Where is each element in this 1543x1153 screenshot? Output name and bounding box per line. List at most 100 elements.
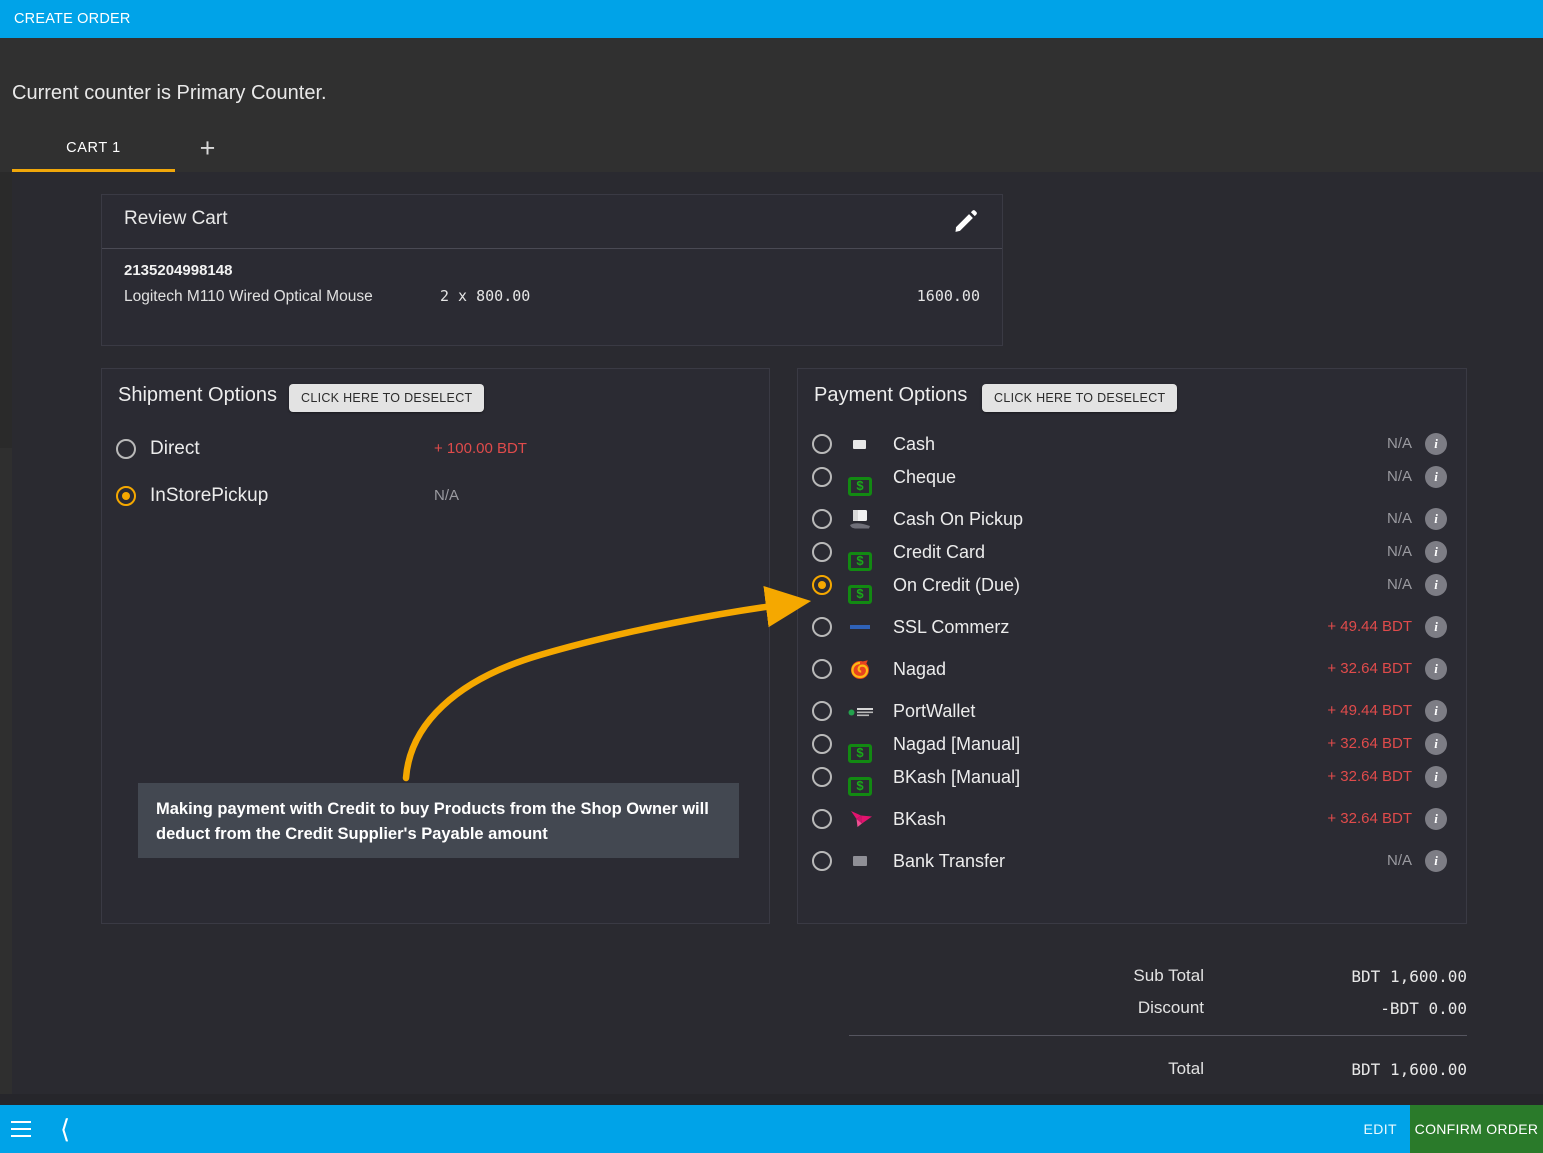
shipment-option-row[interactable]: InStorePickup N/A	[102, 472, 769, 519]
info-icon[interactable]: i	[1425, 433, 1447, 455]
money-dollar-icon	[848, 477, 872, 496]
review-cart-header: Review Cart	[102, 195, 1002, 249]
payment-option-row[interactable]: Bank Transfer N/A i	[798, 840, 1466, 882]
item-name: Logitech M110 Wired Optical Mouse	[124, 288, 373, 305]
payment-option-row[interactable]: Nagad + 32.64 BDT i	[798, 648, 1466, 690]
payment-option-row[interactable]: BKash + 32.64 BDT i	[798, 798, 1466, 840]
portwallet-logo-icon	[848, 705, 874, 717]
info-icon[interactable]: i	[1425, 700, 1447, 722]
payment-option-row[interactable]: BKash [Manual] + 32.64 BDT i	[798, 756, 1466, 798]
info-icon[interactable]: i	[1425, 766, 1447, 788]
info-icon[interactable]: i	[1425, 541, 1447, 563]
cart-line-item: 2135204998148 Logitech M110 Wired Optica…	[102, 249, 1002, 305]
bank-card-icon	[853, 856, 867, 866]
radio-unselected-icon[interactable]	[812, 734, 832, 754]
payment-option-label: Nagad	[893, 659, 947, 679]
radio-unselected-icon[interactable]	[812, 467, 832, 487]
payment-deselect-button[interactable]: CLICK HERE TO DESELECT	[982, 384, 1178, 412]
info-icon[interactable]: i	[1425, 850, 1447, 872]
info-icon[interactable]: i	[1425, 616, 1447, 638]
shipment-option-price: + 100.00 BDT	[434, 439, 527, 457]
payment-option-price: N/A	[1386, 852, 1412, 869]
radio-unselected-icon[interactable]	[812, 617, 832, 637]
app-root: CREATE ORDER Current counter is Primary …	[0, 0, 1543, 1153]
cash-bill-icon	[853, 440, 866, 449]
item-sku: 2135204998148	[124, 262, 233, 279]
payment-option-label: BKash [Manual]	[893, 767, 1021, 787]
info-icon[interactable]: i	[1425, 466, 1447, 488]
info-icon[interactable]: i	[1425, 658, 1447, 680]
radio-unselected-icon[interactable]	[812, 542, 832, 562]
confirm-order-button[interactable]: CONFIRM ORDER	[1410, 1105, 1543, 1153]
payment-option-row[interactable]: On Credit (Due) N/A i	[798, 564, 1466, 606]
edit-button[interactable]: EDIT	[1364, 1121, 1398, 1137]
tab-cart-1[interactable]: CART 1	[12, 128, 175, 172]
radio-unselected-icon[interactable]	[812, 701, 832, 721]
shipment-options-header: Shipment Options CLICK HERE TO DESELECT	[102, 369, 769, 425]
shipment-option-label: Direct	[150, 437, 200, 459]
info-icon[interactable]: i	[1425, 808, 1447, 830]
radio-unselected-icon[interactable]	[812, 659, 832, 679]
current-counter-text: Current counter is Primary Counter.	[12, 82, 327, 104]
radio-unselected-icon[interactable]	[812, 434, 832, 454]
payment-option-label: SSL Commerz	[893, 617, 1010, 637]
payment-options-list: Cash N/A i Cheque N/A i Cash On Pickup N/A i Cred…	[798, 423, 1466, 882]
payment-option-price: N/A	[1386, 576, 1412, 593]
info-icon[interactable]: i	[1425, 508, 1447, 530]
bkash-logo-icon	[848, 808, 874, 830]
payment-option-price: N/A	[1386, 435, 1412, 452]
payment-option-price: + 32.64 BDT	[1327, 810, 1412, 827]
review-cart-title: Review Cart	[124, 208, 228, 229]
nagad-logo-icon	[849, 658, 871, 680]
payment-option-price: + 32.64 BDT	[1327, 660, 1412, 677]
info-icon[interactable]: i	[1425, 574, 1447, 596]
shipment-option-row[interactable]: Direct + 100.00 BDT	[102, 425, 769, 472]
payment-option-price: + 32.64 BDT	[1327, 768, 1412, 785]
radio-unselected-icon[interactable]	[116, 438, 136, 459]
money-dollar-icon	[848, 585, 872, 604]
payment-option-price: N/A	[1386, 543, 1412, 560]
payment-options-panel: Payment Options CLICK HERE TO DESELECT C…	[797, 368, 1467, 924]
payment-option-label: Nagad [Manual]	[893, 734, 1021, 754]
order-totals: Sub Total BDT 1,600.00 Discount -BDT 0.00 T…	[849, 962, 1467, 1079]
radio-selected-icon[interactable]	[812, 575, 832, 595]
payment-option-label: Cash	[893, 434, 936, 454]
totals-rows: Sub Total BDT 1,600.00 Discount -BDT 0.00	[849, 962, 1467, 1026]
grand-total-row: Total BDT 1,600.00	[849, 1055, 1467, 1087]
add-cart-tab-button[interactable]: +	[179, 128, 235, 172]
payment-option-label: Cheque	[893, 467, 957, 487]
radio-unselected-icon[interactable]	[812, 809, 832, 829]
review-cart-card: Review Cart 2135204998148 Logitech M110 …	[101, 194, 1003, 346]
payment-option-row[interactable]: Cheque N/A i	[798, 456, 1466, 498]
cart-tabs: CART 1 +	[12, 128, 235, 172]
shipment-deselect-button[interactable]: CLICK HERE TO DESELECT	[289, 384, 485, 412]
item-qty-price: 2 x 800.00	[440, 287, 531, 305]
hand-card-icon	[848, 508, 872, 530]
radio-unselected-icon[interactable]	[812, 767, 832, 787]
chevron-left-icon[interactable]: ⟨	[60, 1113, 70, 1145]
payment-option-price: + 49.44 BDT	[1327, 702, 1412, 719]
totals-row-value: BDT 1,600.00	[1351, 967, 1467, 986]
radio-unselected-icon[interactable]	[812, 851, 832, 871]
payment-option-price: N/A	[1386, 468, 1412, 485]
radio-selected-icon[interactable]	[116, 485, 136, 506]
pencil-icon[interactable]	[952, 207, 980, 235]
shipment-option-price: N/A	[434, 486, 460, 504]
payment-option-label: BKash	[893, 809, 947, 829]
payment-option-price: + 49.44 BDT	[1327, 618, 1412, 635]
radio-unselected-icon[interactable]	[812, 509, 832, 529]
info-icon[interactable]: i	[1425, 733, 1447, 755]
totals-row-value: -BDT 0.00	[1380, 999, 1467, 1018]
totals-row: Discount -BDT 0.00	[849, 994, 1467, 1026]
bottom-app-bar: ⟨ EDIT CONFIRM ORDER	[0, 1105, 1543, 1153]
totals-row: Sub Total BDT 1,600.00	[849, 962, 1467, 994]
payment-option-label: PortWallet	[893, 701, 976, 721]
payment-option-row[interactable]: SSL Commerz + 49.44 BDT i	[798, 606, 1466, 648]
grand-total-label: Total	[1168, 1059, 1204, 1078]
left-gutter	[0, 448, 12, 1094]
left-gutter-top	[0, 172, 12, 448]
shipment-options-title: Shipment Options	[118, 384, 277, 406]
hamburger-icon[interactable]	[8, 1116, 34, 1142]
item-amount: 1600.00	[916, 287, 980, 305]
payment-options-header: Payment Options CLICK HERE TO DESELECT	[798, 369, 1466, 425]
